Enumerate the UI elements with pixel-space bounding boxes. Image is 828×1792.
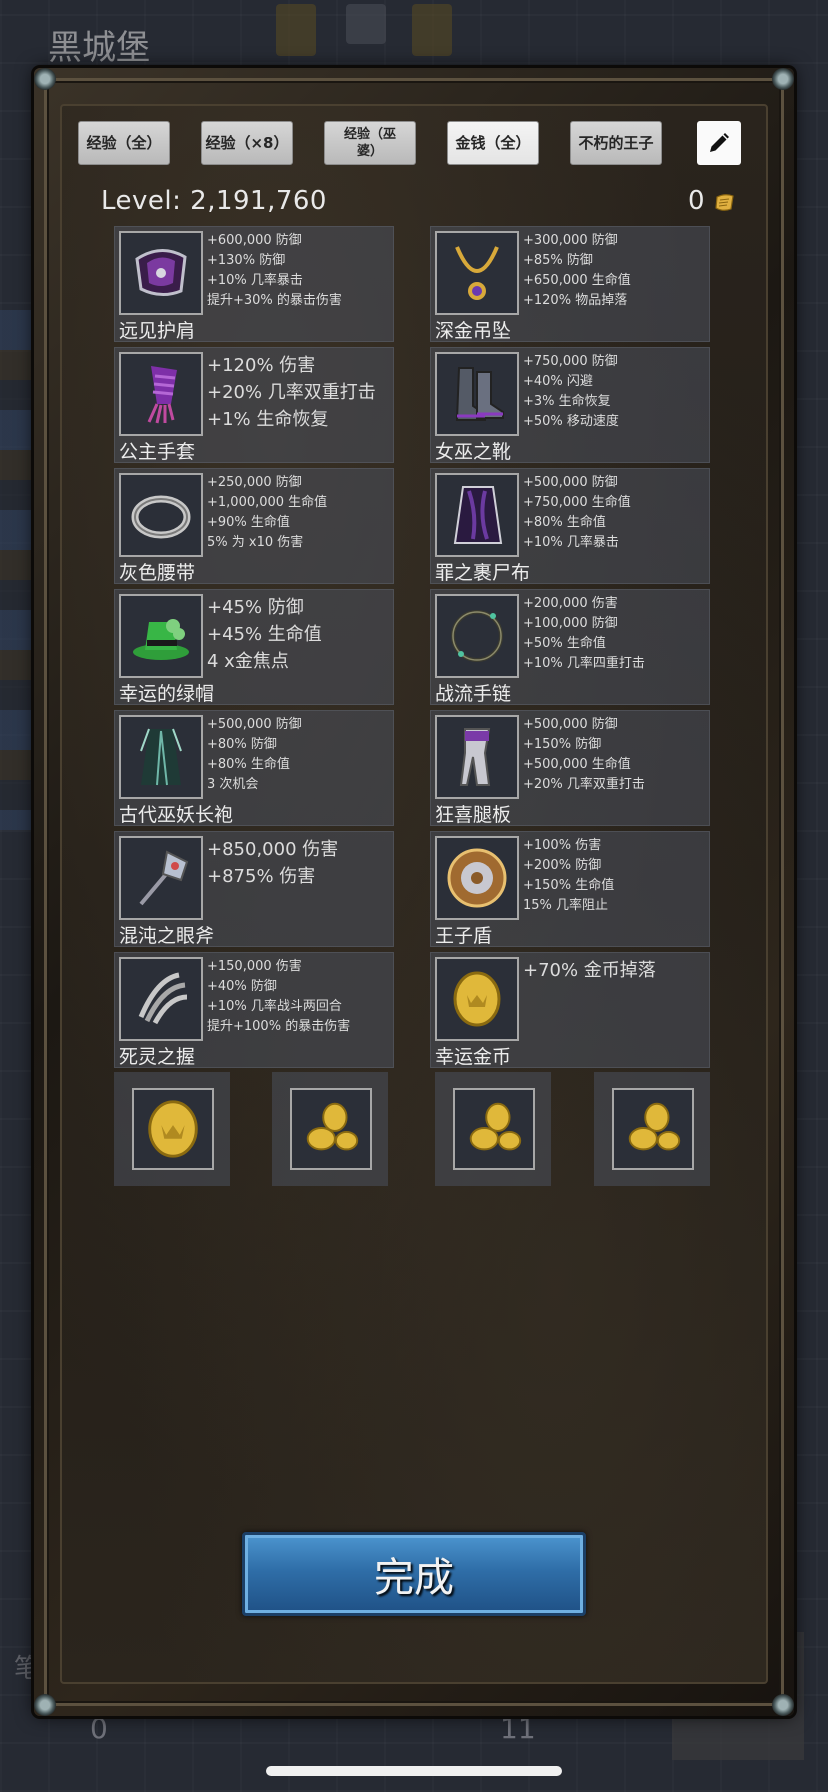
item-name: 幸运金币: [435, 1046, 512, 1068]
item-name: 公主手套: [119, 441, 196, 463]
coin-slot[interactable]: [272, 1072, 388, 1186]
background-value: 0: [90, 1712, 108, 1745]
level-readout: Level: 2,191,760: [101, 186, 327, 216]
greaves-icon: [435, 715, 519, 799]
item-stats: +300,000 防御 +85% 防御 +650,000 生命值 +120% 物品掉落: [523, 233, 631, 308]
item-name: 王子盾: [435, 925, 493, 947]
item-stats: +250,000 防御 +1,000,000 生命值 +90% 生命值 5% 为 x1…: [207, 475, 328, 550]
item-name: 幸运的绿帽: [119, 683, 215, 705]
item-stats: +150,000 伤害 +40% 防御 +10% 几率战斗两回合 提升+100% 的暴…: [207, 959, 351, 1034]
coin-pile-icon: [290, 1088, 372, 1170]
coin-slot[interactable]: [435, 1072, 551, 1186]
item-name: 灰色腰带: [119, 562, 196, 584]
lock-icon: [412, 4, 452, 56]
item-name: 战流手链: [435, 683, 512, 705]
corner-rivet-icon: [772, 68, 794, 90]
pauldron-icon: [119, 231, 203, 315]
exp-witch-button[interactable]: 经验（巫婆）: [324, 121, 416, 165]
item-stats: +500,000 防御 +150% 防御 +500,000 生命值 +20% 几率双重…: [523, 717, 645, 792]
item-stats: +200,000 伤害 +100,000 防御 +50% 生命值 +10% 几率四重打…: [523, 596, 645, 671]
coin-pile-icon: [453, 1088, 535, 1170]
belt-icon: [119, 473, 203, 557]
item-stats: +70% 金币掉落: [523, 960, 656, 981]
item-stats: +120% 伤害 +20% 几率双重打击 +1% 生命恢复: [207, 355, 376, 430]
green-hat-icon: [119, 594, 203, 678]
item-stats: +45% 防御 +45% 生命值 4 x金焦点: [207, 597, 322, 672]
item-card[interactable]: +500,000 防御 +80% 防御 +80% 生命值 3 次机会 古代巫妖长袍: [114, 710, 394, 826]
item-name: 古代巫妖长袍: [119, 804, 234, 826]
corner-rivet-icon: [34, 68, 56, 90]
coin-slot[interactable]: [114, 1072, 230, 1186]
coin-slot[interactable]: [594, 1072, 710, 1186]
item-name: 远见护肩: [119, 320, 196, 342]
item-card[interactable]: +120% 伤害 +20% 几率双重打击 +1% 生命恢复 公主手套: [114, 347, 394, 463]
exp-all-button[interactable]: 经验（全）: [78, 121, 170, 165]
done-button[interactable]: 完成: [242, 1532, 586, 1616]
item-name: 女巫之靴: [435, 441, 512, 463]
pendant-icon: [435, 231, 519, 315]
axe-icon: [119, 836, 203, 920]
bracelet-icon: [435, 594, 519, 678]
boots-icon: [435, 352, 519, 436]
item-stats: +500,000 防御 +80% 防御 +80% 生命值 3 次机会: [207, 717, 302, 792]
edit-button[interactable]: [697, 121, 741, 165]
item-card[interactable]: +250,000 防御 +1,000,000 生命值 +90% 生命值 5% 为 x1…: [114, 468, 394, 584]
item-card[interactable]: +500,000 防御 +750,000 生命值 +80% 生命值 +10% 几率暴击…: [430, 468, 710, 584]
item-card[interactable]: +200,000 伤害 +100,000 防御 +50% 生命值 +10% 几率四重打…: [430, 589, 710, 705]
gold-coin-icon: [435, 957, 519, 1041]
shield-icon: [435, 836, 519, 920]
item-name: 狂喜腿板: [435, 804, 512, 826]
bone-hand-icon: [119, 957, 203, 1041]
item-card[interactable]: +70% 金币掉落 幸运金币: [430, 952, 710, 1068]
lock-icon: [276, 4, 316, 56]
item-name: 混沌之眼斧: [119, 925, 215, 947]
pencil-icon: [710, 133, 729, 152]
item-card[interactable]: +750,000 防御 +40% 闪避 +3% 生命恢复 +50% 移动速度 女巫之靴: [430, 347, 710, 463]
gauntlet-icon: [119, 352, 203, 436]
item-card[interactable]: +100% 伤害 +200% 防御 +150% 生命值 15% 几率阻止 王子盾: [430, 831, 710, 947]
immortal-prince-button[interactable]: 不朽的王子: [570, 121, 662, 165]
location-title: 黑城堡: [48, 28, 150, 68]
item-stats: +850,000 伤害 +875% 伤害: [207, 839, 339, 887]
item-stats: +600,000 防御 +130% 防御 +10% 几率暴击 提升+30% 的暴击伤害: [207, 233, 342, 308]
corner-rivet-icon: [34, 1694, 56, 1716]
item-name: 死灵之握: [119, 1046, 196, 1068]
item-stats: +500,000 防御 +750,000 生命值 +80% 生命值 +10% 几率暴击: [523, 475, 631, 550]
background-strip: [0, 310, 32, 830]
item-name: 深金吊坠: [435, 320, 512, 342]
item-card[interactable]: +150,000 伤害 +40% 防御 +10% 几率战斗两回合 提升+100% 的暴…: [114, 952, 394, 1068]
gold-coin-icon: [132, 1088, 214, 1170]
corner-rivet-icon: [772, 1694, 794, 1716]
item-stats: +750,000 防御 +40% 闪避 +3% 生命恢复 +50% 移动速度: [523, 354, 619, 429]
exp-x8-button[interactable]: 经验（×8）: [201, 121, 293, 165]
robe-icon: [119, 715, 203, 799]
item-card[interactable]: +500,000 防御 +150% 防御 +500,000 生命值 +20% 几率双重…: [430, 710, 710, 826]
coin-pile-icon: [612, 1088, 694, 1170]
gold-all-button[interactable]: 金钱（全）: [447, 121, 539, 165]
item-card[interactable]: +45% 防御 +45% 生命值 4 x金焦点 幸运的绿帽: [114, 589, 394, 705]
home-indicator[interactable]: [266, 1766, 562, 1776]
scroll-icon: [715, 194, 734, 211]
item-card[interactable]: +300,000 防御 +85% 防御 +650,000 生命值 +120% 物品掉落…: [430, 226, 710, 342]
item-card[interactable]: +850,000 伤害 +875% 伤害 混沌之眼斧: [114, 831, 394, 947]
item-stats: +100% 伤害 +200% 防御 +150% 生命值 15% 几率阻止: [523, 838, 615, 913]
coin-count: 0: [688, 186, 705, 216]
background-value: 11: [500, 1712, 536, 1745]
item-card[interactable]: +600,000 防御 +130% 防御 +10% 几率暴击 提升+30% 的暴击伤害…: [114, 226, 394, 342]
shroud-icon: [435, 473, 519, 557]
item-name: 罪之裹尸布: [435, 562, 531, 584]
anvil-icon: [346, 4, 386, 44]
